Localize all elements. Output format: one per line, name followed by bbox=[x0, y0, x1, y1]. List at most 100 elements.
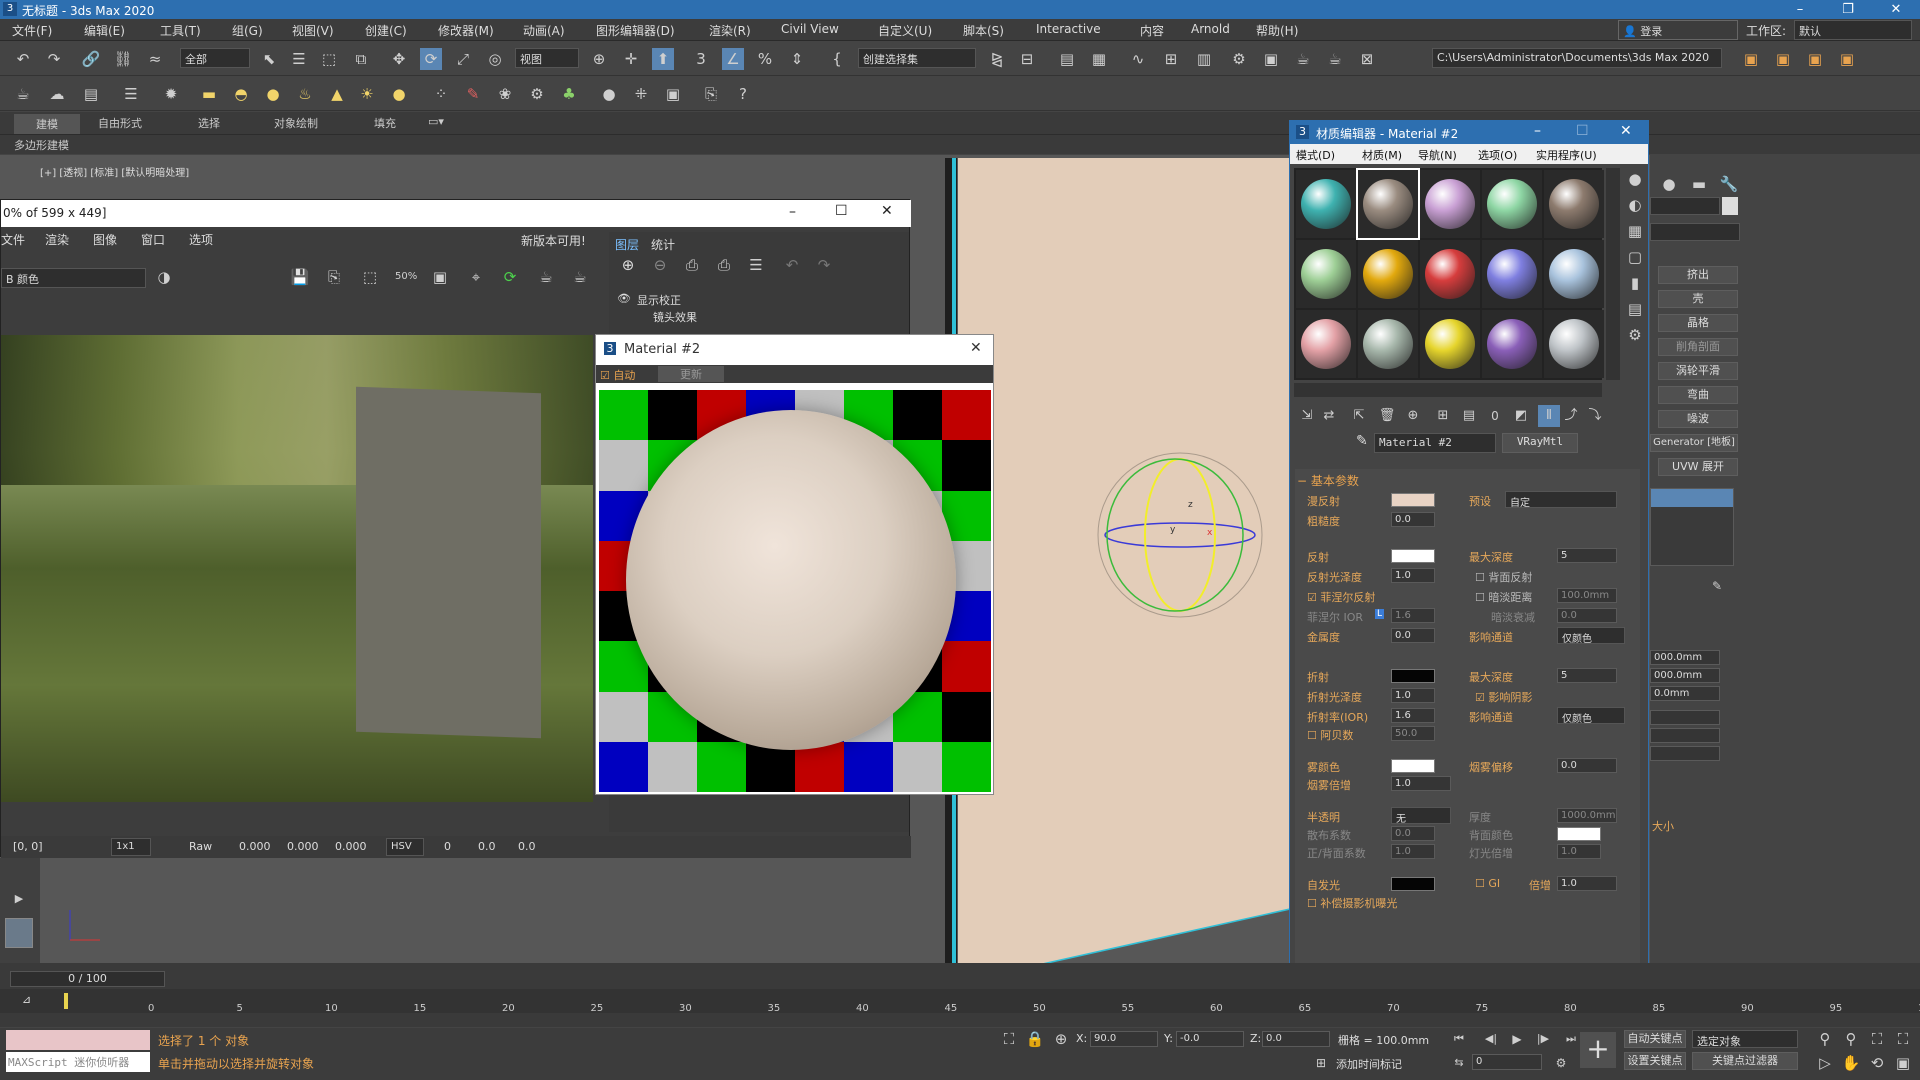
toggle-ribbon-icon[interactable]: ▦ bbox=[1088, 48, 1110, 70]
curve-editor-icon[interactable]: ∿ bbox=[1127, 48, 1149, 70]
selection-filter-dropdown[interactable]: 全部 bbox=[180, 48, 250, 68]
eye-icon[interactable]: 👁 bbox=[617, 292, 631, 305]
gizmo-z-ring[interactable] bbox=[1104, 522, 1256, 548]
generator-button[interactable]: Generator [地板] bbox=[1650, 434, 1738, 452]
gi-checkbox[interactable]: ☐ GI bbox=[1475, 877, 1500, 890]
material-slot[interactable] bbox=[1358, 310, 1418, 378]
menu-scripting[interactable]: 脚本(S) bbox=[963, 22, 1004, 39]
frame-buffer-icon[interactable]: ▤ bbox=[80, 83, 102, 105]
render-setup-icon[interactable]: ⚙ bbox=[1228, 48, 1250, 70]
layer-explorer-icon[interactable]: ▤ bbox=[1056, 48, 1078, 70]
modifier-list-dropdown[interactable] bbox=[1650, 223, 1740, 241]
me-maximize-button[interactable]: ☐ bbox=[1576, 123, 1589, 139]
menu-arnold[interactable]: Arnold bbox=[1191, 22, 1230, 36]
refr-depth-spinner[interactable]: 5 bbox=[1557, 668, 1617, 683]
vray-fur-icon[interactable]: ❀ bbox=[494, 83, 516, 105]
modifier-stack[interactable] bbox=[1650, 488, 1734, 566]
fb-maximize-button[interactable]: ☐ bbox=[835, 203, 848, 219]
material-slot[interactable] bbox=[1544, 170, 1604, 238]
abbe-checkbox[interactable]: ☐ 阿贝数 bbox=[1307, 727, 1353, 743]
translucency-dropdown[interactable]: 无 bbox=[1391, 807, 1451, 824]
selected-object-dropdown[interactable]: 选定对象 bbox=[1692, 1030, 1798, 1048]
dim-dist-spinner[interactable]: 100.0mm bbox=[1557, 588, 1617, 603]
export-icon[interactable]: ⎘ bbox=[700, 83, 722, 105]
affect-shadows-checkbox[interactable]: ☑ 影响阴影 bbox=[1475, 689, 1532, 705]
track-mouse-icon[interactable]: ⌖ bbox=[465, 266, 487, 288]
auto-checkbox[interactable]: ☑ 自动 bbox=[600, 367, 635, 383]
set-key-button[interactable]: 设置关键点 bbox=[1624, 1052, 1686, 1070]
maxscript-listener-field[interactable]: MAXScript 迷你侦听器 bbox=[6, 1052, 150, 1072]
maxscript-listener-pink[interactable] bbox=[6, 1030, 150, 1050]
ribbon-tab-modeling[interactable]: 建模 bbox=[14, 114, 80, 134]
material-slot[interactable] bbox=[1482, 170, 1542, 238]
fb-menu-image[interactable]: 图像 bbox=[93, 231, 117, 248]
param-spinner-6[interactable] bbox=[1650, 746, 1720, 761]
play-icon[interactable]: ▶ bbox=[1506, 1028, 1528, 1050]
fog-color-swatch[interactable] bbox=[1391, 759, 1435, 773]
material-library-icon[interactable]: ⁜ bbox=[630, 83, 652, 105]
rotate-icon[interactable]: ⟳ bbox=[420, 48, 442, 70]
background-icon[interactable]: ▦ bbox=[1624, 220, 1646, 242]
zoom-dropdown[interactable]: 1x1 bbox=[111, 838, 151, 856]
rendered-frame-window-icon[interactable]: ▣ bbox=[1260, 48, 1282, 70]
uvw-unwrap-button[interactable]: UVW 展开 bbox=[1658, 458, 1738, 476]
color-space-dropdown[interactable]: HSV bbox=[386, 838, 424, 856]
pick-material-icon[interactable]: ✎ bbox=[1356, 433, 1368, 449]
prev-frame-icon[interactable]: ◀| bbox=[1480, 1028, 1502, 1050]
fb-menu-file[interactable]: 文件 bbox=[1, 231, 25, 248]
rect-select-icon[interactable]: ⬚ bbox=[318, 48, 340, 70]
render-teapot-icon[interactable]: ☕ bbox=[535, 266, 557, 288]
vray-plane-icon[interactable]: ⚙ bbox=[526, 83, 548, 105]
time-marker[interactable] bbox=[64, 993, 68, 1009]
menu-rendering[interactable]: 渲染(R) bbox=[709, 22, 751, 39]
light-lister-icon[interactable]: ☰ bbox=[120, 83, 142, 105]
material-editor-icon[interactable]: ▥ bbox=[1193, 48, 1215, 70]
modifier-bend-button[interactable]: 弯曲 bbox=[1658, 386, 1738, 404]
ribbon-tab-populate[interactable]: 填充 bbox=[374, 115, 396, 131]
menu-customize[interactable]: 自定义(U) bbox=[878, 22, 932, 39]
param-spinner-1[interactable]: 000.0mm bbox=[1650, 650, 1720, 665]
goto-start-icon[interactable]: ⏮ bbox=[1448, 1028, 1470, 1050]
render-iterative-icon[interactable]: ☕ bbox=[1324, 48, 1346, 70]
dim-falloff-spinner[interactable]: 0.0 bbox=[1557, 608, 1617, 623]
load-layers-icon[interactable]: ⎙ bbox=[713, 254, 735, 276]
key-mode-icon[interactable]: ⇆ bbox=[1448, 1052, 1470, 1074]
modifier-extrude-button[interactable]: 挤出 bbox=[1658, 266, 1738, 284]
add-time-tag[interactable]: 添加时间标记 bbox=[1336, 1056, 1402, 1072]
modify-tab-icon[interactable]: ▬ bbox=[1688, 173, 1710, 195]
add-time-tag-icon[interactable]: ⊞ bbox=[1310, 1052, 1332, 1074]
stop-render-icon[interactable]: ☕ bbox=[569, 266, 591, 288]
self-illum-swatch[interactable] bbox=[1391, 877, 1435, 891]
sun-emitter-icon[interactable]: ✹ bbox=[160, 83, 182, 105]
plane-light-icon[interactable]: ▬ bbox=[198, 83, 220, 105]
update-button[interactable]: 更新 bbox=[658, 366, 724, 382]
preset-dropdown[interactable]: 自定 bbox=[1505, 491, 1617, 508]
y-coord-field[interactable]: -0.0 bbox=[1176, 1031, 1244, 1047]
slots-hscrollbar[interactable] bbox=[1294, 383, 1602, 397]
backside-checkbox[interactable]: ☐ 背面反射 bbox=[1475, 569, 1532, 585]
go-to-parent-icon[interactable]: ⤴ bbox=[1560, 405, 1582, 427]
fb-menu-options[interactable]: 选项 bbox=[189, 231, 213, 248]
layer-redo-icon[interactable]: ↷ bbox=[813, 254, 835, 276]
scatter-spinner[interactable]: 0.0 bbox=[1391, 826, 1435, 841]
keyboard-shortcut-icon[interactable]: ⬆ bbox=[652, 48, 674, 70]
menu-civil-view[interactable]: Civil View bbox=[781, 22, 839, 36]
delete-layer-icon[interactable]: ⊖ bbox=[649, 254, 671, 276]
help-icon[interactable]: ? bbox=[732, 83, 754, 105]
ribbon-poly-modeling[interactable]: 多边形建模 bbox=[14, 137, 69, 153]
next-frame-icon[interactable]: |▶ bbox=[1532, 1028, 1554, 1050]
fresnel-checkbox[interactable]: ☑ 菲涅尔反射 bbox=[1307, 589, 1375, 605]
refresh-icon[interactable]: ⟳ bbox=[499, 266, 521, 288]
render-production-icon[interactable]: ☕ bbox=[1292, 48, 1314, 70]
fb-menu-window[interactable]: 窗口 bbox=[141, 231, 165, 248]
object-color-swatch[interactable] bbox=[1722, 197, 1738, 215]
refl-gloss-spinner[interactable]: 1.0 bbox=[1391, 568, 1435, 583]
mirror-icon[interactable]: ⧎ bbox=[986, 48, 1008, 70]
zoom-all-icon[interactable]: ⚲ bbox=[1840, 1028, 1862, 1050]
maximize-button[interactable]: ❐ bbox=[1828, 0, 1868, 19]
modifier-chamfer-button[interactable]: 削角剖面 bbox=[1658, 338, 1738, 356]
diffuse-swatch[interactable] bbox=[1391, 493, 1435, 507]
fit-icon[interactable]: ▣ bbox=[429, 266, 451, 288]
menu-group[interactable]: 组(G) bbox=[232, 22, 263, 39]
edit-named-sets-icon[interactable]: { bbox=[826, 48, 848, 70]
